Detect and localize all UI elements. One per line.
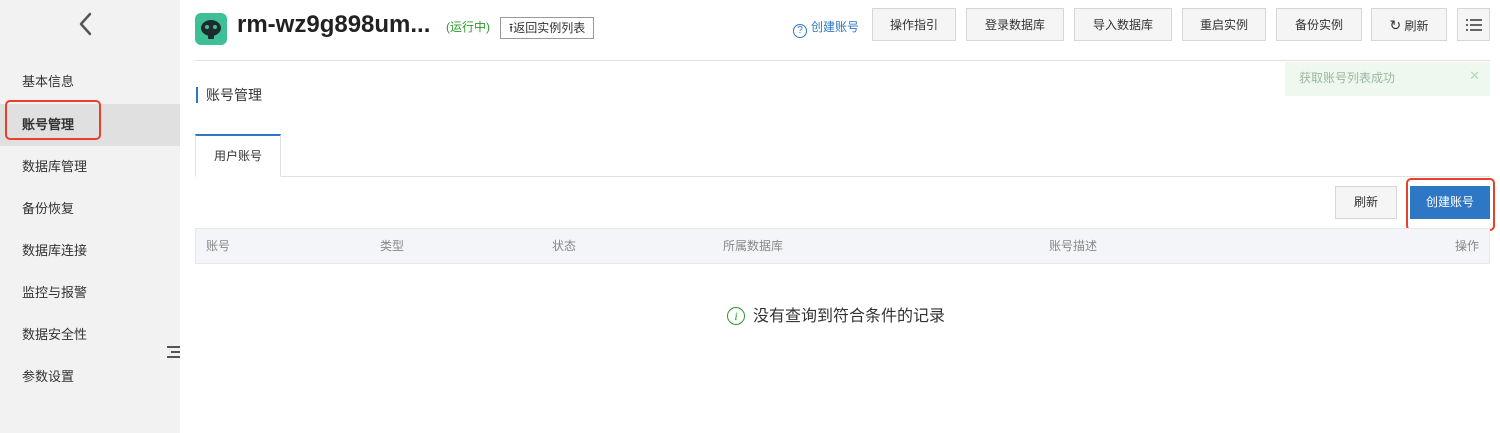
help-link-label: 创建账号 [811, 20, 860, 34]
import-db-button[interactable]: 导入数据库 [1074, 8, 1172, 41]
column-header-status: 状态 [552, 239, 577, 253]
question-circle-icon: ? [793, 24, 807, 38]
table-header: 账号 类型 状态 所属数据库 账号描述 操作 [195, 228, 1490, 264]
guide-button[interactable]: 操作指引 [872, 8, 956, 41]
create-account-button[interactable]: 创建账号 [1410, 186, 1490, 219]
sidebar-item-database-management[interactable]: 数据库管理 [0, 146, 180, 188]
sidebar-item-parameter-settings[interactable]: 参数设置 [0, 356, 180, 398]
sidebar-item-account-management[interactable]: 账号管理 [0, 104, 180, 146]
backup-instance-button[interactable]: 备份实例 [1276, 8, 1362, 41]
column-header-type: 类型 [380, 239, 405, 253]
sidebar-item-basic-info[interactable]: 基本信息 [0, 61, 180, 103]
close-icon[interactable]: ✕ [1469, 68, 1480, 84]
restart-instance-button[interactable]: 重启实例 [1182, 8, 1266, 41]
instance-header: rm-wz9g898um... (运行中) ⭱返回实例列表 ? 创建账号 操作指引… [195, 0, 1490, 61]
column-header-actions: 操作 [1454, 239, 1479, 253]
login-db-button[interactable]: 登录数据库 [966, 8, 1064, 41]
column-header-database: 所属数据库 [723, 239, 784, 253]
database-logo-icon [195, 13, 227, 45]
create-account-help-link[interactable]: ? 创建账号 [793, 18, 859, 38]
tab-user-accounts[interactable]: 用户账号 [195, 134, 281, 177]
tab-bar-divider [195, 176, 1490, 177]
empty-message: 没有查询到符合条件的记录 [753, 308, 946, 325]
back-to-list-label: 返回实例列表 [513, 21, 586, 35]
sidebar-item-backup-restore[interactable]: 备份恢复 [0, 188, 180, 230]
sidebar-item-db-connection[interactable]: 数据库连接 [0, 230, 180, 272]
chevron-left-icon[interactable] [74, 10, 98, 38]
back-to-list-button[interactable]: ⭱返回实例列表 [500, 17, 595, 39]
toast-message: 获取账号列表成功 [1299, 71, 1396, 85]
info-icon: i [727, 307, 745, 325]
section-title: 账号管理 [196, 87, 262, 103]
success-toast: 获取账号列表成功 ✕ [1285, 62, 1490, 96]
instance-name: rm-wz9g898um... [237, 11, 431, 38]
list-icon [1466, 19, 1482, 31]
sidebar-item-data-security[interactable]: 数据安全性 [0, 314, 180, 356]
sidebar: 基本信息 账号管理 数据库管理 备份恢复 数据库连接 监控与报警 数据安全性 参… [0, 0, 180, 433]
refresh-icon: ↻ [1389, 17, 1402, 33]
header-refresh-label: 刷新 [1404, 19, 1429, 33]
sidebar-item-monitoring-alerts[interactable]: 监控与报警 [0, 272, 180, 314]
status-badge: (运行中) [446, 20, 490, 34]
empty-state: i 没有查询到符合条件的记录 [727, 302, 945, 326]
refresh-button[interactable]: 刷新 [1335, 186, 1397, 219]
list-menu-button[interactable] [1457, 8, 1490, 41]
column-header-description: 账号描述 [1049, 239, 1098, 253]
collapse-sidebar-icon[interactable] [167, 345, 180, 359]
header-refresh-button[interactable]: ↻ 刷新 [1371, 8, 1447, 41]
column-header-account: 账号 [206, 239, 231, 253]
